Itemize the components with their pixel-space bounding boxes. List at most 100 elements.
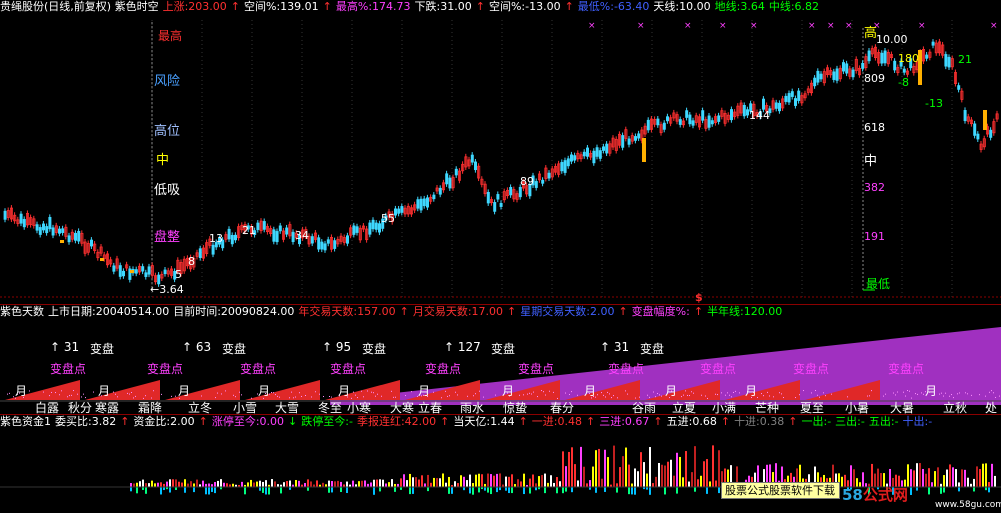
dot bbox=[965, 392, 966, 393]
fund-bar bbox=[382, 480, 384, 487]
change-point-label: 变盘点 bbox=[888, 360, 924, 377]
candle-body bbox=[596, 148, 598, 157]
dot bbox=[661, 396, 662, 397]
fund-bar-neg bbox=[265, 487, 267, 494]
fund-bar bbox=[499, 473, 501, 487]
fund-bar bbox=[133, 483, 135, 487]
dot bbox=[391, 391, 392, 392]
dot bbox=[433, 392, 434, 393]
candle-body bbox=[372, 220, 374, 229]
candle-body bbox=[785, 96, 787, 101]
dot bbox=[659, 394, 660, 395]
candle-body bbox=[426, 198, 428, 207]
dot bbox=[617, 397, 618, 398]
candle-body bbox=[455, 169, 457, 175]
dot bbox=[613, 395, 614, 396]
left-scale-high: 最高 bbox=[158, 27, 182, 44]
fund-bar-neg bbox=[940, 487, 942, 494]
fund-bar-neg bbox=[529, 487, 531, 494]
site-url[interactable]: www.58gu.com bbox=[935, 500, 1001, 510]
month-label: 月 bbox=[502, 382, 514, 399]
left-scale-consolidate: 盘整 bbox=[154, 226, 180, 245]
fund-bar bbox=[508, 477, 510, 487]
candle-body bbox=[842, 63, 844, 71]
dot bbox=[225, 390, 226, 391]
month-label: 月 bbox=[98, 382, 110, 399]
candle-body bbox=[42, 224, 44, 230]
fund-bar bbox=[565, 466, 567, 487]
download-tooltip[interactable]: 股票公式股票软件下载 bbox=[721, 482, 840, 499]
fund-bar bbox=[166, 482, 168, 487]
candle-body bbox=[561, 162, 563, 170]
ramp-bar bbox=[165, 380, 240, 400]
dot bbox=[953, 397, 954, 398]
fund-bar bbox=[982, 464, 984, 487]
fund-bar bbox=[640, 452, 642, 487]
candle-body bbox=[420, 199, 422, 210]
fund-bar-neg bbox=[943, 487, 945, 493]
dot bbox=[527, 394, 528, 395]
dot bbox=[145, 395, 146, 396]
price-chart[interactable]: × × × × × × × × × × × bbox=[0, 0, 1001, 305]
fund-bar bbox=[532, 475, 534, 487]
count-word: 变盘 bbox=[90, 340, 114, 357]
right-scale-mid: 中 bbox=[864, 150, 877, 169]
fund-bar bbox=[460, 475, 462, 487]
change-point-label: 变盘点 bbox=[793, 360, 829, 377]
candle-body bbox=[52, 228, 54, 235]
dot bbox=[67, 396, 68, 397]
fund-bar bbox=[265, 480, 267, 487]
dot bbox=[945, 393, 946, 394]
fund-bar bbox=[571, 447, 573, 487]
fund-bar bbox=[703, 461, 705, 487]
fund-bar bbox=[712, 445, 714, 487]
change-point-label: 变盘点 bbox=[700, 360, 736, 377]
candle-body bbox=[228, 229, 230, 239]
change-point-label: 变盘点 bbox=[608, 360, 644, 377]
days-panel[interactable]: 紫色天数 上市日期:20040514.00 目前时间:20090824.00 年交易天… bbox=[0, 305, 1001, 415]
fund-bar bbox=[967, 478, 969, 487]
count-word: 变盘 bbox=[222, 340, 246, 357]
fund-bar-neg bbox=[307, 487, 309, 491]
candle-body bbox=[292, 232, 294, 241]
fund-bar bbox=[655, 477, 657, 487]
fib-label-m13: -13 bbox=[925, 97, 943, 110]
site-logo[interactable]: 58公式网 bbox=[842, 484, 908, 505]
month-label: 月 bbox=[925, 382, 937, 399]
candle-body bbox=[401, 206, 403, 212]
candle-body bbox=[494, 202, 496, 211]
fund-bar bbox=[172, 479, 174, 487]
dot bbox=[683, 395, 684, 396]
fund-bar bbox=[607, 457, 609, 487]
dot bbox=[331, 397, 332, 398]
fund-bar bbox=[688, 482, 690, 487]
dot bbox=[543, 391, 544, 392]
fund-bar bbox=[388, 482, 390, 487]
dot bbox=[769, 395, 770, 396]
fund-bar bbox=[433, 478, 435, 487]
candle-body bbox=[311, 237, 313, 243]
fund-bar bbox=[538, 476, 540, 487]
fund-bar-neg bbox=[694, 487, 696, 492]
candle-body bbox=[212, 245, 214, 254]
fund-bar bbox=[949, 464, 951, 487]
fund-bar bbox=[550, 475, 552, 487]
candle-body bbox=[974, 124, 976, 135]
dot bbox=[871, 390, 872, 391]
fund-bar bbox=[979, 469, 981, 487]
dot bbox=[233, 395, 234, 396]
dot bbox=[907, 390, 908, 391]
right-scale-10: 10.00 bbox=[876, 33, 908, 46]
dot bbox=[803, 390, 804, 391]
fund-bar bbox=[634, 468, 636, 487]
dot bbox=[355, 395, 356, 396]
fund-bar-neg bbox=[379, 487, 381, 491]
fund-bar-neg bbox=[571, 487, 573, 492]
price-panel[interactable]: 贵绳股份(日线,前复权) 紫色时空 上涨:203.00 ↑ 空间%:139.01 ↑ 最高… bbox=[0, 0, 1001, 305]
fund-bar bbox=[637, 471, 639, 487]
candle-body bbox=[791, 92, 793, 97]
top-marker: × bbox=[845, 21, 853, 31]
fund-bar bbox=[379, 479, 381, 487]
fund-bar bbox=[136, 483, 138, 487]
solar-term: 小满 bbox=[712, 399, 736, 415]
